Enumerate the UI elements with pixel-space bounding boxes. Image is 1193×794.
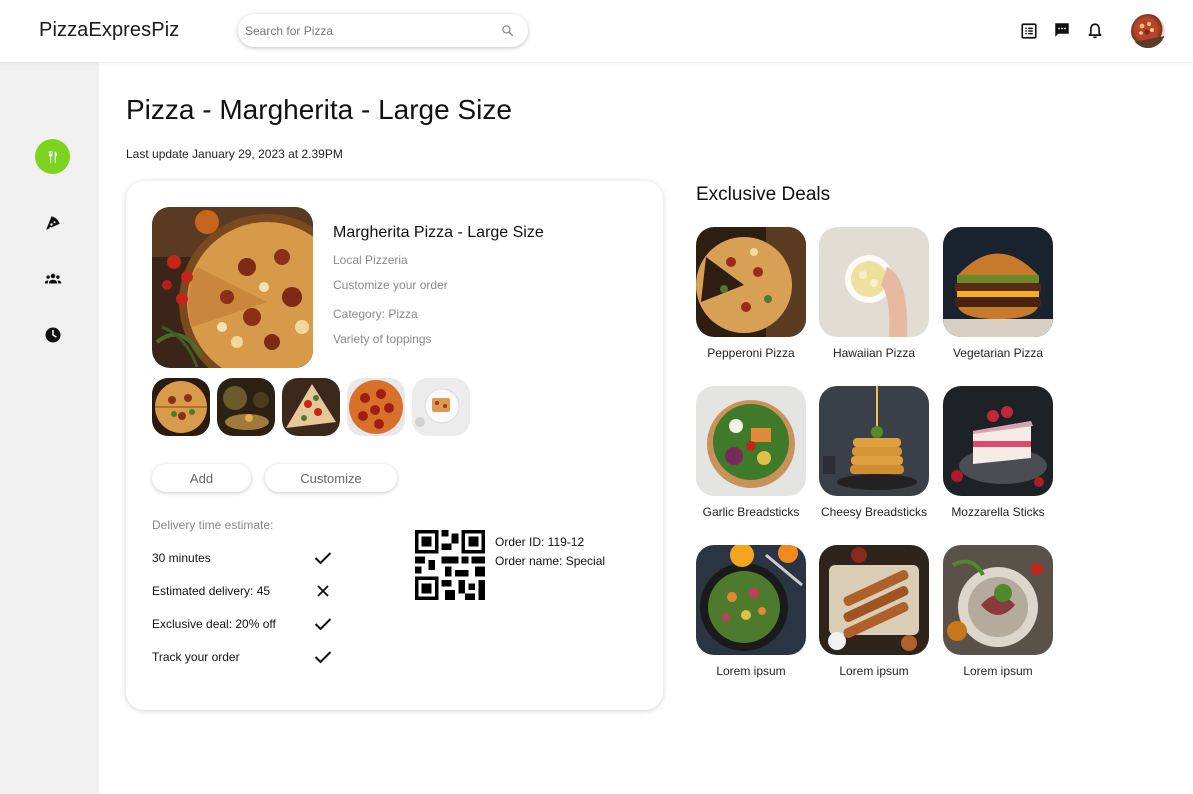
deal-card[interactable]: Pepperoni Pizza [696,227,806,360]
page-title: Pizza - Margherita - Large Size [126,94,512,125]
deal-label: Lorem ipsum [839,664,909,678]
product-card: Margherita Pizza - Large Size Local Pizz… [126,181,663,710]
add-button[interactable]: Add [152,464,251,492]
thumbnail-4[interactable] [347,378,405,436]
deals-title: Exclusive Deals [696,184,831,205]
customize-button[interactable]: Customize [265,464,397,492]
list-icon[interactable] [1020,22,1038,40]
feature-label: Exclusive deal: 20% off [152,617,276,631]
search-icon[interactable] [501,24,514,37]
search-input[interactable] [245,20,490,41]
deal-image[interactable] [943,386,1053,496]
people-icon [44,273,61,283]
product-main-image[interactable] [152,207,313,368]
deal-image[interactable] [696,386,806,496]
deal-image[interactable] [819,386,929,496]
thumbnail-1[interactable] [152,378,210,436]
check-icon [314,552,332,565]
deal-image[interactable] [943,227,1053,337]
top-header: PizzaExpresPiz [0,0,1193,62]
deal-label: Garlic Breadsticks [702,505,800,519]
deal-card[interactable]: Lorem ipsum [943,545,1053,678]
sidebar-item-history[interactable] [35,317,70,352]
order-name: Order name: Special [495,554,606,568]
order-id: Order ID: 119-12 [495,535,585,549]
sidebar-item-menu[interactable] [35,139,70,174]
product-toppings: Variety of toppings [333,332,432,346]
search-bar[interactable] [238,14,528,47]
deal-label: Lorem ipsum [716,664,786,678]
user-avatar[interactable] [1131,14,1165,48]
feature-label: Estimated delivery: 45 [152,584,271,598]
thumbnail-5[interactable] [412,378,470,436]
feature-label: 30 minutes [152,551,211,565]
chat-icon[interactable] [1053,21,1071,39]
check-icon [314,618,332,631]
deal-image[interactable] [819,227,929,337]
deal-card[interactable]: Garlic Breadsticks [696,386,806,519]
deal-image[interactable] [819,545,929,655]
thumbnail-2[interactable] [217,378,275,436]
utensils-icon [48,150,57,163]
deal-image[interactable] [943,545,1053,655]
deal-card[interactable]: Lorem ipsum [819,545,929,678]
deal-card[interactable]: Lorem ipsum [696,545,806,678]
product-name: Margherita Pizza - Large Size [333,224,544,241]
deal-label: Hawaiian Pizza [832,346,916,360]
product-customize-text: Customize your order [333,278,448,292]
thumbnail-3[interactable] [282,378,340,436]
sidebar-item-pizza[interactable] [35,205,70,240]
deal-card[interactable]: Hawaiian Pizza [819,227,929,360]
deal-image[interactable] [696,545,806,655]
clock-icon [45,327,60,342]
deal-label: Vegetarian Pizza [952,346,1044,360]
deal-card[interactable]: Cheesy Breadsticks [819,386,929,519]
delivery-heading: Delivery time estimate: [152,518,274,532]
check-icon [314,651,332,664]
cross-icon [317,585,329,597]
app-logo[interactable]: PizzaExpresPiz [39,19,179,42]
deal-label: Lorem ipsum [963,664,1033,678]
bell-icon[interactable] [1086,22,1104,40]
product-category: Category: Pizza [333,307,418,321]
pizza-icon [45,215,60,230]
last-update-text: Last update January 29, 2023 at 2.39PM [126,147,343,161]
deal-card[interactable]: Vegetarian Pizza [943,227,1053,360]
qr-code [415,530,485,600]
deal-label: Mozzarella Sticks [951,505,1045,519]
deal-card[interactable]: Mozzarella Sticks [943,386,1053,519]
deal-image[interactable] [696,227,806,337]
product-vendor: Local Pizzeria [333,253,408,267]
deal-label: Cheesy Breadsticks [820,505,928,519]
sidebar-item-people[interactable] [35,261,70,296]
feature-label: Track your order [152,650,240,664]
deal-label: Pepperoni Pizza [707,346,795,360]
